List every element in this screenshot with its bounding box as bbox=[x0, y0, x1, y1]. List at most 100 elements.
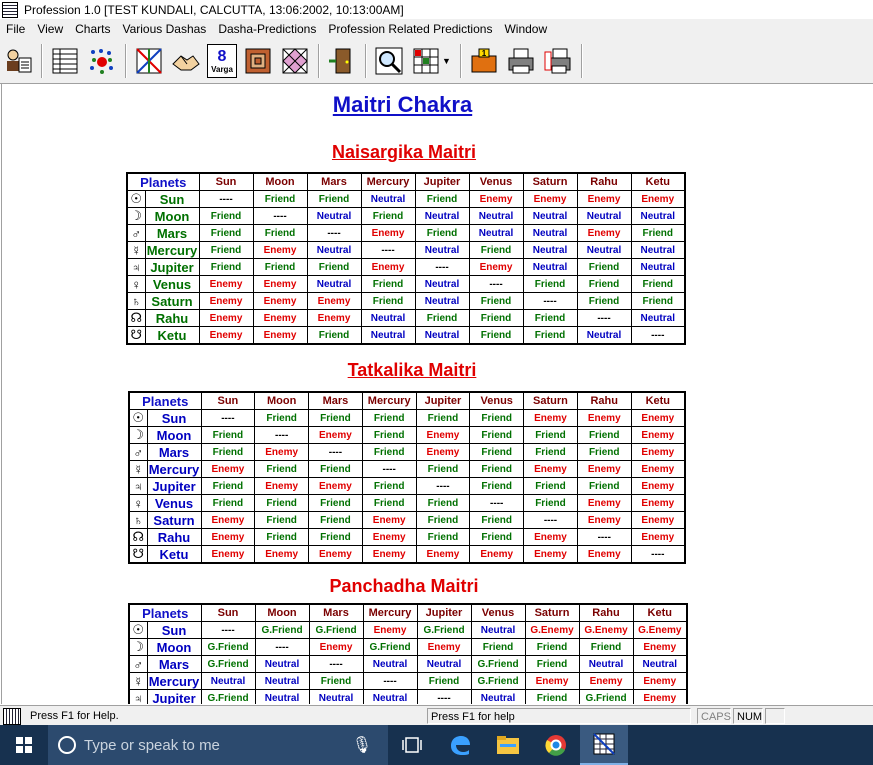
table-row: ♂ Mars Friend Friend ---- Enemy Friend Neutral N… bbox=[126, 224, 686, 242]
relationship-cell: ---- bbox=[200, 409, 256, 427]
relationship-cell: Friend bbox=[415, 528, 471, 546]
relationship-cell: Neutral bbox=[578, 655, 634, 673]
relationship-cell: Friend bbox=[470, 638, 526, 656]
menu-file[interactable]: File bbox=[0, 22, 31, 36]
report-view[interactable]: Maitri Chakra Naisargika Maitri Planets S… bbox=[1, 84, 873, 704]
relationship-cell: G.Friend bbox=[200, 638, 256, 656]
relationship-cell: Neutral bbox=[414, 275, 470, 293]
microphone-icon[interactable]: 🎙 bbox=[352, 735, 372, 755]
relationship-cell: Neutral bbox=[468, 224, 524, 242]
taskbar-search[interactable]: Type or speak to me 🎙 bbox=[48, 725, 388, 765]
column-header: Venus bbox=[468, 172, 524, 191]
cross-lines-icon[interactable] bbox=[133, 44, 165, 78]
relationship-cell: Neutral bbox=[468, 207, 524, 225]
planets-header: Planets bbox=[128, 391, 202, 410]
relationship-cell: Friend bbox=[468, 292, 524, 310]
start-button[interactable] bbox=[0, 725, 48, 765]
zoom-magnifier-icon[interactable] bbox=[373, 44, 405, 78]
relationship-cell: G.Friend bbox=[470, 655, 526, 673]
relationship-cell: Friend bbox=[414, 190, 470, 208]
menu-window[interactable]: Window bbox=[498, 22, 553, 36]
num-indicator: NUM bbox=[733, 708, 763, 724]
menu-bar: File View Charts Various Dashas Dasha-Pr… bbox=[0, 19, 873, 39]
relationship-cell: Enemy bbox=[578, 672, 634, 690]
menu-dasha-predictions[interactable]: Dasha-Predictions bbox=[212, 22, 322, 36]
table-row: ☊ Rahu Enemy Friend Friend Enemy Friend Friend E… bbox=[128, 528, 686, 546]
relationship-cell: Friend bbox=[415, 409, 471, 427]
column-header: Mercury bbox=[361, 391, 417, 410]
menu-profession-predictions[interactable]: Profession Related Predictions bbox=[322, 22, 498, 36]
relationship-cell: Friend bbox=[469, 528, 525, 546]
table-grid-icon[interactable] bbox=[49, 44, 81, 78]
relationship-cell: Friend bbox=[198, 258, 254, 276]
exit-door-icon[interactable] bbox=[326, 44, 358, 78]
relationship-cell: Neutral bbox=[362, 655, 418, 673]
app-icon[interactable] bbox=[2, 1, 18, 18]
relationship-cell: Enemy bbox=[308, 638, 364, 656]
column-header: Mercury bbox=[360, 172, 416, 191]
relationship-cell: Friend bbox=[469, 409, 525, 427]
relationship-cell: Enemy bbox=[523, 409, 578, 427]
relationship-cell: G.Enemy bbox=[578, 621, 634, 639]
relationship-cell: Friend bbox=[308, 494, 363, 512]
table-row: ♄ Saturn Enemy Enemy Enemy Friend Neutral Frien… bbox=[126, 292, 686, 310]
chrome-icon[interactable] bbox=[532, 725, 580, 765]
briefcase-icon[interactable]: 1 bbox=[468, 44, 500, 78]
person-desk-icon[interactable] bbox=[2, 44, 34, 78]
handshake-icon[interactable] bbox=[170, 44, 202, 78]
relationship-cell: Enemy bbox=[630, 528, 686, 546]
relationship-cell: Enemy bbox=[361, 545, 417, 564]
chart-square-icon[interactable] bbox=[242, 44, 274, 78]
search-placeholder: Type or speak to me bbox=[84, 736, 220, 754]
table-row: ☿ Mercury Friend Enemy Neutral ---- Neutral Fri… bbox=[126, 241, 686, 259]
relationship-cell: Friend bbox=[200, 494, 256, 512]
planet-name: Mars bbox=[146, 443, 202, 461]
profession-app-taskbar-icon[interactable] bbox=[580, 725, 628, 765]
relationship-cell: Enemy bbox=[468, 258, 524, 276]
planet-name: Jupiter bbox=[146, 689, 202, 704]
table-row: ☉ Sun ---- Friend Friend Neutral Friend Enemy En… bbox=[126, 190, 686, 208]
windows-taskbar: Type or speak to me 🎙 bbox=[0, 725, 873, 765]
table-header-row: Planets Sun Moon Mars Mercury Jupiter Venus Sat… bbox=[128, 391, 686, 410]
edge-browser-icon[interactable] bbox=[436, 725, 484, 765]
chevron-down-icon[interactable]: ▼ bbox=[442, 56, 452, 66]
relationship-cell: Friend bbox=[308, 672, 364, 690]
relationship-cell: G.Friend bbox=[308, 621, 364, 639]
relationship-cell: Neutral bbox=[630, 309, 686, 327]
relationship-cell: Friend bbox=[522, 326, 578, 345]
relationship-cell: Neutral bbox=[522, 207, 578, 225]
menu-various-dashas[interactable]: Various Dashas bbox=[116, 22, 212, 36]
planet-name: Saturn bbox=[144, 292, 200, 310]
relationship-cell: Friend bbox=[468, 326, 524, 345]
column-header: Saturn bbox=[522, 172, 578, 191]
table-row: ☉ Sun ---- Friend Friend Friend Friend Friend En… bbox=[128, 409, 686, 427]
relationship-cell: Friend bbox=[254, 511, 310, 529]
cortana-icon bbox=[58, 736, 76, 754]
printer-icon[interactable] bbox=[505, 44, 537, 78]
relationship-cell: Friend bbox=[523, 477, 578, 495]
dots-chart-icon[interactable] bbox=[86, 44, 118, 78]
column-header: Moon bbox=[254, 603, 310, 622]
relationship-cell: Friend bbox=[361, 409, 417, 427]
relationship-cell: Friend bbox=[252, 224, 308, 242]
toolbar: 8 Varga ▼ 1 bbox=[0, 39, 873, 84]
diamond-chart-icon[interactable] bbox=[279, 44, 311, 78]
print-preview-icon[interactable] bbox=[542, 44, 574, 78]
relationship-cell: Enemy bbox=[630, 409, 686, 427]
relationship-cell: Enemy bbox=[630, 477, 686, 495]
menu-view[interactable]: View bbox=[31, 22, 69, 36]
file-explorer-icon[interactable] bbox=[484, 725, 532, 765]
varga-button[interactable]: 8 Varga bbox=[207, 44, 237, 78]
relationship-cell: Neutral bbox=[254, 655, 310, 673]
varga-number: 8 bbox=[217, 47, 227, 65]
relationship-cell: Enemy bbox=[254, 545, 310, 564]
column-header: Jupiter bbox=[416, 603, 472, 622]
relationship-cell: Neutral bbox=[362, 689, 418, 704]
relationship-cell: Neutral bbox=[200, 672, 256, 690]
panchadha-title: Panchadha Maitri bbox=[329, 576, 479, 596]
task-view-icon[interactable] bbox=[388, 725, 436, 765]
relationship-cell: ---- bbox=[252, 207, 308, 225]
relationship-cell: Friend bbox=[468, 309, 524, 327]
menu-charts[interactable]: Charts bbox=[69, 22, 116, 36]
grid-layout-icon[interactable] bbox=[410, 44, 442, 78]
